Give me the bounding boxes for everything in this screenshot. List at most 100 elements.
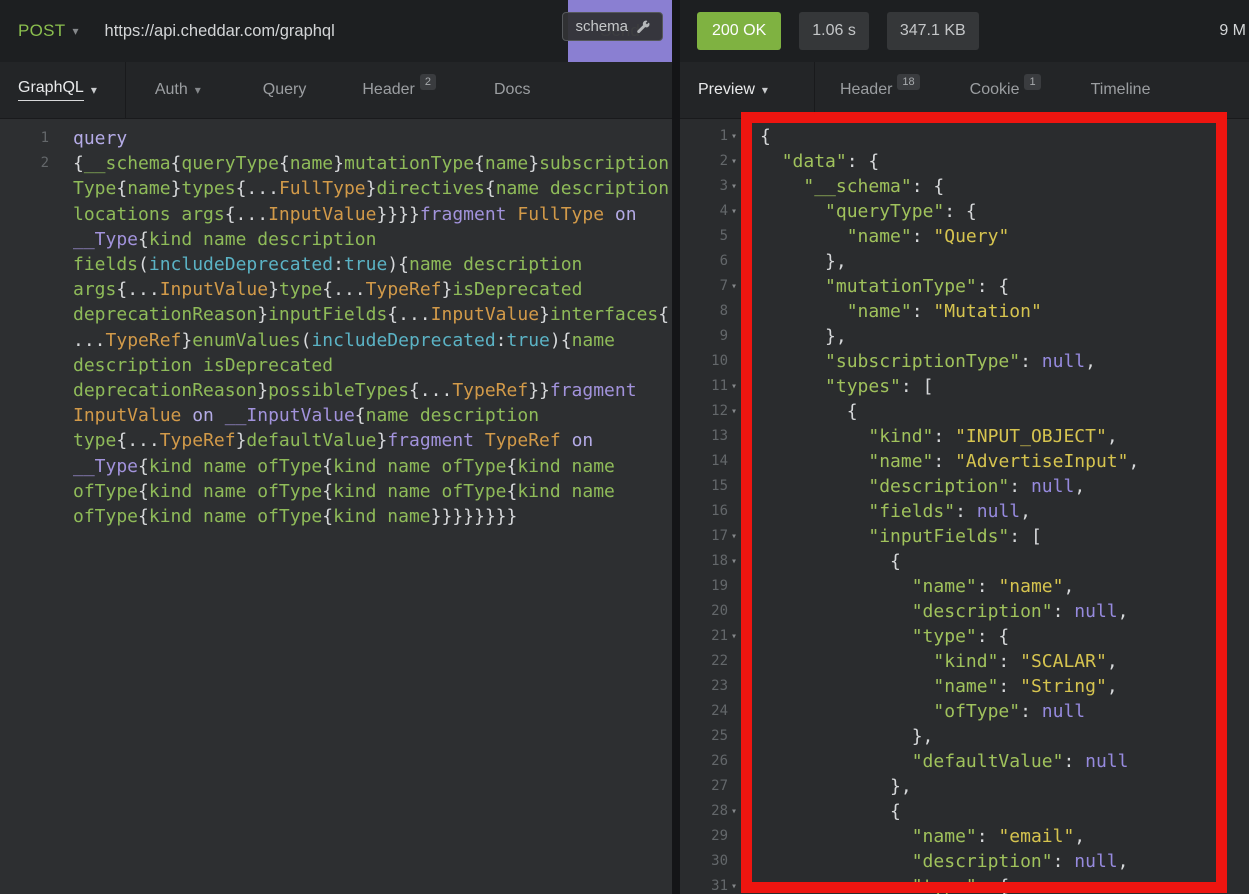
- code-line: 12▾ {: [680, 399, 1249, 424]
- fold-caret-icon: [728, 299, 741, 324]
- method-dropdown[interactable]: POST: [18, 21, 66, 41]
- code-line: 19 "name": "name",: [680, 574, 1249, 599]
- line-number: [0, 176, 49, 201]
- tab-timeline[interactable]: Timeline: [1091, 81, 1151, 99]
- schema-button[interactable]: schema: [562, 12, 663, 41]
- tab-header-request[interactable]: Header 2: [362, 81, 436, 99]
- request-tabbar: GraphQL ▾ Auth ▾ Query Header 2 Docs: [0, 62, 672, 119]
- code-line: __Type{kind name ofType{kind name ofType…: [0, 454, 672, 479]
- code-line: 30 "description": null,: [680, 849, 1249, 874]
- line-number: 1: [680, 124, 728, 149]
- tab-preview[interactable]: Preview ▾: [698, 81, 768, 99]
- api-client-window: POST ▾ https://api.cheddar.com/graphql S…: [0, 0, 1249, 894]
- tab-query-label: Query: [263, 81, 307, 99]
- tab-query[interactable]: Query: [263, 81, 307, 99]
- code-line: 7▾ "mutationType": {: [680, 274, 1249, 299]
- line-number: [0, 428, 49, 453]
- fold-caret-icon[interactable]: ▾: [728, 799, 741, 824]
- chevron-down-icon: ▾: [195, 83, 201, 97]
- tab-docs[interactable]: Docs: [494, 81, 530, 99]
- tab-auth[interactable]: Auth ▾: [155, 81, 201, 99]
- size-badge: 347.1 KB: [887, 12, 979, 50]
- fold-caret-icon[interactable]: ▾: [728, 124, 741, 149]
- fold-caret-icon[interactable]: ▾: [728, 549, 741, 574]
- response-pane: 200 OK 1.06 s 347.1 KB 9 M Preview ▾ Hea…: [680, 0, 1249, 894]
- tab-timeline-label: Timeline: [1091, 81, 1151, 99]
- fold-caret-icon[interactable]: ▾: [728, 374, 741, 399]
- code-line: 16 "fields": null,: [680, 499, 1249, 524]
- code-line: 2{__schema{queryType{name}mutationType{n…: [0, 151, 672, 176]
- code-line: 21▾ "type": {: [680, 624, 1249, 649]
- code-text: fields(includeDeprecated:true){name desc…: [49, 252, 582, 277]
- response-editor[interactable]: 1▾{2▾ "data": {3▾ "__schema": {4▾ "query…: [680, 119, 1249, 894]
- code-text: },: [741, 774, 912, 799]
- code-text: },: [741, 724, 933, 749]
- fold-caret-icon[interactable]: ▾: [728, 624, 741, 649]
- tab-graphql[interactable]: GraphQL ▾: [18, 79, 97, 101]
- code-line: 8 "name": "Mutation": [680, 299, 1249, 324]
- line-number: 17: [680, 524, 728, 549]
- fold-caret-icon[interactable]: ▾: [728, 149, 741, 174]
- code-line: 10 "subscriptionType": null,: [680, 349, 1249, 374]
- fold-caret-icon[interactable]: ▾: [728, 874, 741, 894]
- line-number: 16: [680, 499, 728, 524]
- response-meta-bar: 200 OK 1.06 s 347.1 KB 9 M: [680, 0, 1249, 62]
- line-number: [0, 454, 49, 479]
- code-text: "types": [: [741, 374, 933, 399]
- line-number: 2: [680, 149, 728, 174]
- fold-caret-icon: [728, 749, 741, 774]
- tab-header-label: Header: [840, 81, 892, 99]
- code-text: "description": null,: [741, 599, 1129, 624]
- code-text: "kind": "SCALAR",: [741, 649, 1118, 674]
- line-number: 24: [680, 699, 728, 724]
- code-line: 24 "ofType": null: [680, 699, 1249, 724]
- code-line: args{...InputValue}type{...TypeRef}isDep…: [0, 277, 672, 302]
- line-number: 23: [680, 674, 728, 699]
- line-number: 2: [0, 151, 49, 176]
- code-text: {__schema{queryType{name}mutationType{na…: [49, 151, 669, 176]
- time-badge: 1.06 s: [799, 12, 869, 50]
- code-line: deprecationReason}inputFields{...InputVa…: [0, 302, 672, 327]
- code-line: 4▾ "queryType": {: [680, 199, 1249, 224]
- code-text: {: [741, 124, 771, 149]
- line-number: [0, 479, 49, 504]
- divider: [125, 62, 126, 118]
- code-line: 9 },: [680, 324, 1249, 349]
- tab-docs-label: Docs: [494, 81, 530, 99]
- fold-caret-icon: [728, 224, 741, 249]
- code-line: Type{name}types{...FullType}directives{n…: [0, 176, 672, 201]
- fold-caret-icon[interactable]: ▾: [728, 174, 741, 199]
- code-text: {: [741, 799, 901, 824]
- line-number: 12: [680, 399, 728, 424]
- line-number: [0, 202, 49, 227]
- fold-caret-icon: [728, 824, 741, 849]
- fold-caret-icon[interactable]: ▾: [728, 524, 741, 549]
- fold-caret-icon[interactable]: ▾: [728, 399, 741, 424]
- code-line: ofType{kind name ofType{kind name ofType…: [0, 479, 672, 504]
- url-input[interactable]: https://api.cheddar.com/graphql: [105, 22, 335, 41]
- line-number: 22: [680, 649, 728, 674]
- code-text: "subscriptionType": null,: [741, 349, 1096, 374]
- line-number: 13: [680, 424, 728, 449]
- code-text: "queryType": {: [741, 199, 977, 224]
- fold-caret-icon: [728, 774, 741, 799]
- fold-caret-icon[interactable]: ▾: [728, 274, 741, 299]
- code-text: __Type{kind name ofType{kind name ofType…: [49, 454, 615, 479]
- code-line: 17▾ "inputFields": [: [680, 524, 1249, 549]
- tab-cookie[interactable]: Cookie 1: [970, 81, 1041, 99]
- line-number: 10: [680, 349, 728, 374]
- line-number: [0, 277, 49, 302]
- code-text: "type": {: [741, 624, 1009, 649]
- line-number: 7: [680, 274, 728, 299]
- line-number: 21: [680, 624, 728, 649]
- code-text: locations args{...InputValue}}}}fragment…: [49, 202, 637, 227]
- code-line: locations args{...InputValue}}}}fragment…: [0, 202, 672, 227]
- fold-caret-icon[interactable]: ▾: [728, 199, 741, 224]
- header-count-badge: 2: [420, 74, 436, 90]
- request-editor[interactable]: 1query2{__schema{queryType{name}mutation…: [0, 119, 672, 894]
- code-line: 20 "description": null,: [680, 599, 1249, 624]
- tab-header-response[interactable]: Header 18: [840, 81, 920, 99]
- code-text: "name": "email",: [741, 824, 1085, 849]
- chevron-down-icon[interactable]: ▾: [73, 24, 79, 38]
- code-text: Type{name}types{...FullType}directives{n…: [49, 176, 669, 201]
